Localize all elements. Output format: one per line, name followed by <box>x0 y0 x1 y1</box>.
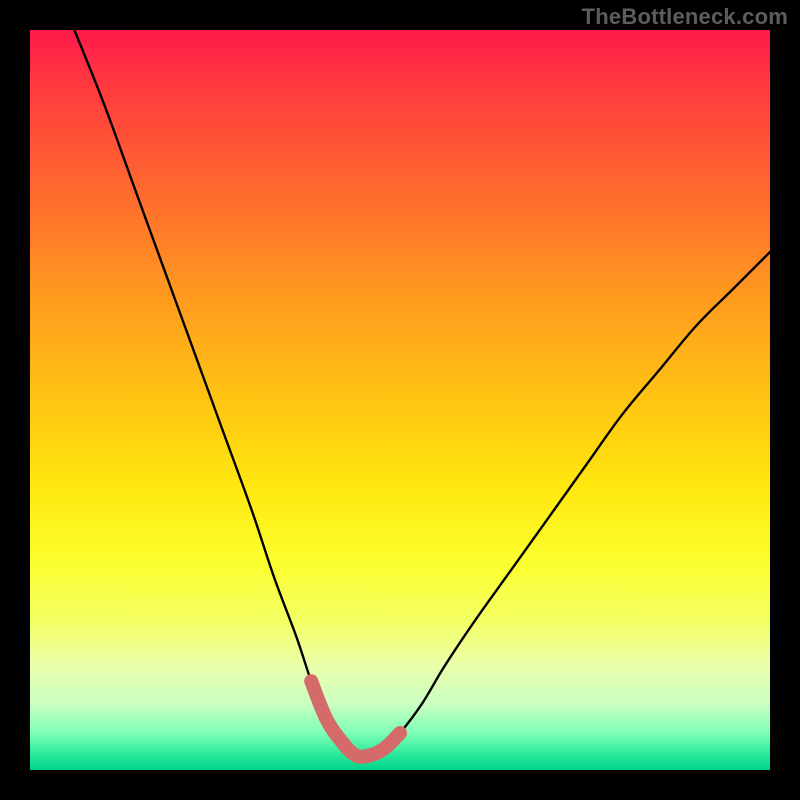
bottleneck-curve-svg <box>30 30 770 770</box>
valley-highlight <box>311 681 400 757</box>
chart-stage: TheBottleneck.com <box>0 0 800 800</box>
watermark-text: TheBottleneck.com <box>582 4 788 30</box>
plot-area <box>30 30 770 770</box>
bottleneck-curve <box>74 30 770 757</box>
